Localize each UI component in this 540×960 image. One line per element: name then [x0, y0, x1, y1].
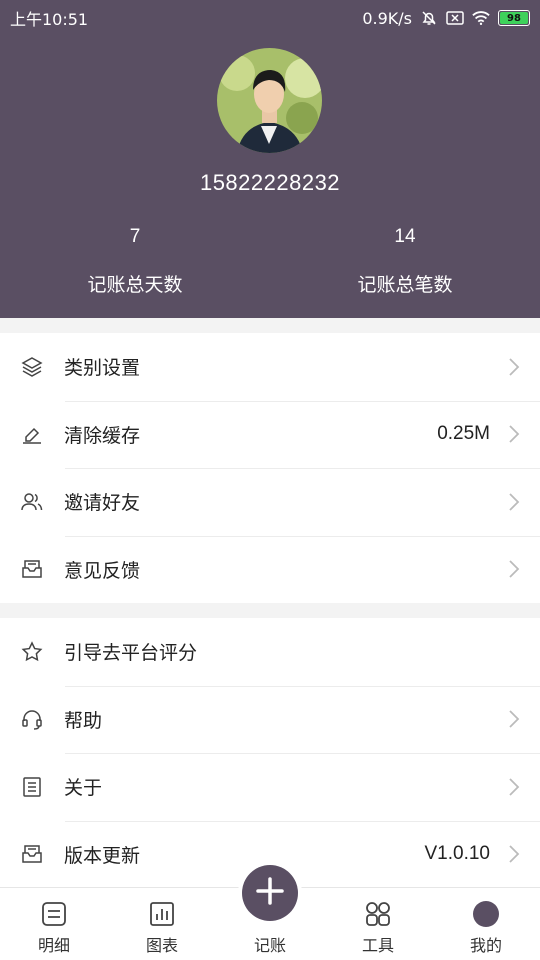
- tab-label: 明细: [37, 936, 70, 955]
- profile-header: 上午10:51 0.9K/s 98 15822228232 7 记账总天数 14…: [0, 0, 540, 318]
- menu-item-clear-cache[interactable]: 清除缓存 0.25M: [0, 400, 540, 469]
- tab-label: 记账: [253, 936, 286, 955]
- tab-label: 工具: [361, 936, 394, 955]
- menu-item-about[interactable]: 关于: [0, 753, 540, 821]
- layers-icon: [20, 355, 44, 379]
- menu-item-feedback[interactable]: 意见反馈: [0, 535, 540, 604]
- menu-item-label: 引导去平台评分: [64, 642, 198, 665]
- tab-details[interactable]: 明细: [0, 888, 108, 960]
- tab-label: 图表: [145, 936, 178, 955]
- document-icon: [20, 775, 44, 799]
- cache-size-value: 0.25M: [437, 423, 490, 445]
- stat-total-days: 7 记账总天数: [0, 226, 270, 297]
- users-icon: [20, 490, 44, 514]
- star-icon: [20, 640, 44, 664]
- sim-off-icon: [446, 10, 464, 26]
- chevron-right-icon: [502, 492, 526, 512]
- inbox-icon: [20, 842, 44, 866]
- status-bar: 上午10:51 0.9K/s 98: [0, 0, 540, 36]
- stat-value: 7: [129, 226, 141, 247]
- profile-icon: [472, 900, 500, 928]
- menu-item-help[interactable]: 帮助: [0, 685, 540, 754]
- menu-item-label: 关于: [64, 777, 103, 800]
- menu-item-rate-app[interactable]: 引导去平台评分: [0, 618, 540, 686]
- version-value: V1.0.10: [424, 843, 491, 865]
- plus-icon: [255, 876, 285, 910]
- wifi-icon: [472, 10, 490, 26]
- menu-item-category-settings[interactable]: 类别设置: [0, 333, 540, 401]
- tab-charts[interactable]: 图表: [108, 888, 216, 960]
- avatar[interactable]: [217, 48, 322, 153]
- headset-icon: [20, 707, 44, 731]
- stat-total-entries: 14 记账总笔数: [270, 226, 540, 297]
- battery-icon: 98: [498, 10, 530, 26]
- tab-mine[interactable]: 我的: [432, 888, 540, 960]
- chevron-right-icon: [502, 424, 526, 444]
- add-record-button[interactable]: [242, 865, 298, 921]
- menu-group-1: 类别设置 清除缓存 0.25M 邀请好友 意见反馈: [0, 333, 540, 603]
- status-time: 上午10:51: [10, 10, 89, 29]
- phone-number: 15822228232: [199, 170, 341, 195]
- menu-item-label: 类别设置: [64, 357, 141, 380]
- menu-item-invite-friends[interactable]: 邀请好友: [0, 468, 540, 536]
- stat-label: 记账总天数: [87, 274, 183, 296]
- tab-label: 我的: [469, 936, 502, 955]
- chevron-right-icon: [502, 559, 526, 579]
- tab-tools[interactable]: 工具: [324, 888, 432, 960]
- stat-label: 记账总笔数: [357, 274, 453, 296]
- chart-icon: [148, 900, 176, 928]
- menu-item-label: 清除缓存: [64, 424, 141, 447]
- menu-group-2: 引导去平台评分 帮助 关于 版本更新 V1.0.10: [0, 618, 540, 888]
- stat-value: 14: [394, 226, 416, 247]
- chevron-right-icon: [502, 844, 526, 864]
- chevron-right-icon: [502, 357, 526, 377]
- menu-item-label: 版本更新: [64, 844, 141, 867]
- chevron-right-icon: [502, 709, 526, 729]
- list-icon: [40, 900, 68, 928]
- bell-muted-icon: [420, 10, 438, 26]
- battery-level: 98: [500, 12, 528, 24]
- menu-item-label: 意见反馈: [64, 559, 141, 582]
- menu-item-label: 帮助: [64, 709, 103, 732]
- menu-item-label: 邀请好友: [64, 492, 141, 515]
- grid-icon: [364, 900, 392, 928]
- eraser-icon: [20, 422, 44, 446]
- net-speed: 0.9K/s: [362, 8, 412, 28]
- inbox-icon: [20, 557, 44, 581]
- chevron-right-icon: [502, 777, 526, 797]
